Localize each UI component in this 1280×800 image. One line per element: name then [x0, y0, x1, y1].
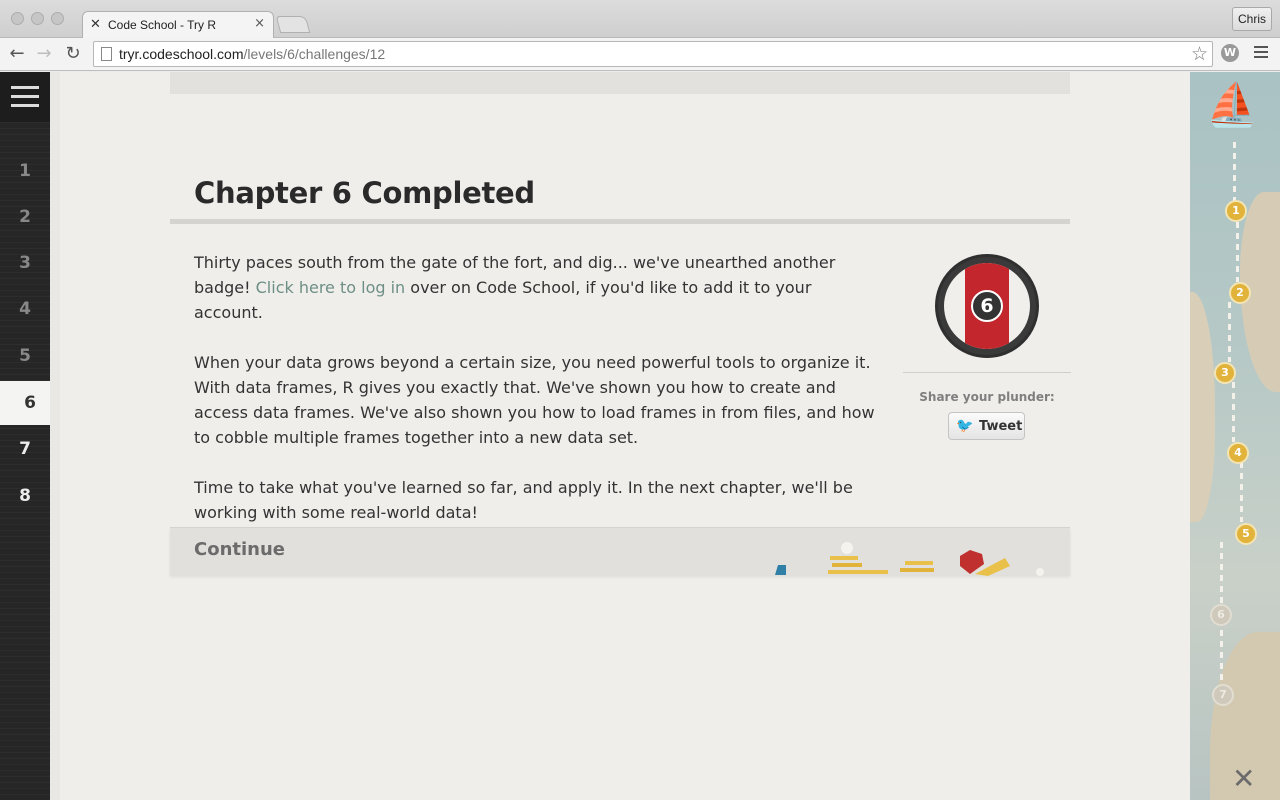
chapter-badge: 6: [935, 254, 1039, 358]
page-icon: [101, 47, 112, 61]
address-bar[interactable]: tryr.codeschool.com/levels/6/challenges/…: [93, 41, 1213, 67]
paragraph-badge: Thirty paces south from the gate of the …: [194, 253, 836, 322]
heading-divider: [170, 219, 1070, 224]
level-link-3[interactable]: 3: [0, 241, 50, 285]
map-node-1[interactable]: 1: [1225, 200, 1247, 222]
share-divider: [903, 372, 1071, 373]
tweet-label: Tweet: [979, 419, 1023, 434]
main-content: Chapter 6 Completed Thirty paces south f…: [50, 72, 1190, 800]
level-sidebar: 1 2 3 4 5 6 7 8: [0, 72, 60, 800]
level-link-5[interactable]: 5: [0, 334, 50, 378]
badge-number: 6: [971, 290, 1003, 322]
browser-tab[interactable]: ✕ Code School - Try R ×: [82, 11, 274, 39]
zoom-window-button[interactable]: [51, 12, 64, 25]
tab-title: Code School - Try R: [108, 18, 217, 32]
course-menu-button[interactable]: [0, 72, 50, 122]
login-link[interactable]: Click here to log in: [256, 278, 406, 297]
reload-icon[interactable]: ↻: [62, 43, 84, 65]
paragraph-next: Time to take what you've learned so far,…: [194, 478, 853, 522]
new-tab-button[interactable]: [275, 16, 311, 33]
profile-button[interactable]: Chris: [1232, 7, 1272, 31]
crossed-tools-icon: ✕: [90, 17, 101, 32]
level-link-7[interactable]: 7: [0, 427, 50, 471]
ship-icon: ⛵: [1206, 80, 1259, 129]
map-node-5[interactable]: 5: [1235, 523, 1257, 545]
map-node-2[interactable]: 2: [1229, 282, 1251, 304]
map-node-6: 6: [1210, 604, 1232, 626]
browser-toolbar: ← → ↻ tryr.codeschool.com/levels/6/chall…: [0, 38, 1280, 71]
hamburger-icon: [11, 86, 39, 108]
level-link-8[interactable]: 8: [0, 474, 50, 518]
url-text[interactable]: tryr.codeschool.com/levels/6/challenges/…: [119, 46, 385, 62]
treasure-icon: [775, 542, 1044, 576]
paragraph-summary: When your data grows beyond a certain si…: [194, 353, 875, 447]
close-window-button[interactable]: [11, 12, 24, 25]
level-link-2[interactable]: 2: [0, 195, 50, 239]
bookmark-star-icon[interactable]: ☆: [1191, 43, 1208, 65]
continue-label: Continue: [194, 539, 286, 560]
level-link-4[interactable]: 4: [0, 287, 50, 331]
chapter-heading: Chapter 6 Completed: [194, 176, 535, 210]
back-icon[interactable]: ←: [6, 43, 28, 65]
close-tab-icon[interactable]: ×: [254, 16, 265, 31]
map-node-3[interactable]: 3: [1214, 362, 1236, 384]
level-link-1[interactable]: 1: [0, 149, 50, 193]
x-marks-spot-icon: ✕: [1232, 762, 1256, 795]
continue-button[interactable]: Continue: [170, 527, 1070, 576]
twitter-bird-icon: 🐦: [956, 418, 974, 434]
treasure-map: ⛵ 1 2 3 4 5 6 7 ✕: [1190, 72, 1280, 800]
completion-text: Thirty paces south from the gate of the …: [194, 250, 884, 550]
share-label: Share your plunder:: [919, 390, 1055, 404]
map-node-4[interactable]: 4: [1227, 442, 1249, 464]
tweet-button[interactable]: 🐦 Tweet: [948, 412, 1025, 440]
forward-icon[interactable]: →: [33, 43, 55, 65]
top-band: [170, 72, 1070, 94]
browser-menu-icon[interactable]: [1254, 46, 1268, 60]
minimize-window-button[interactable]: [31, 12, 44, 25]
map-node-7: 7: [1212, 684, 1234, 706]
browser-titlebar: ✕ Code School - Try R × Chris: [0, 0, 1280, 39]
extension-icon[interactable]: W: [1221, 44, 1239, 62]
